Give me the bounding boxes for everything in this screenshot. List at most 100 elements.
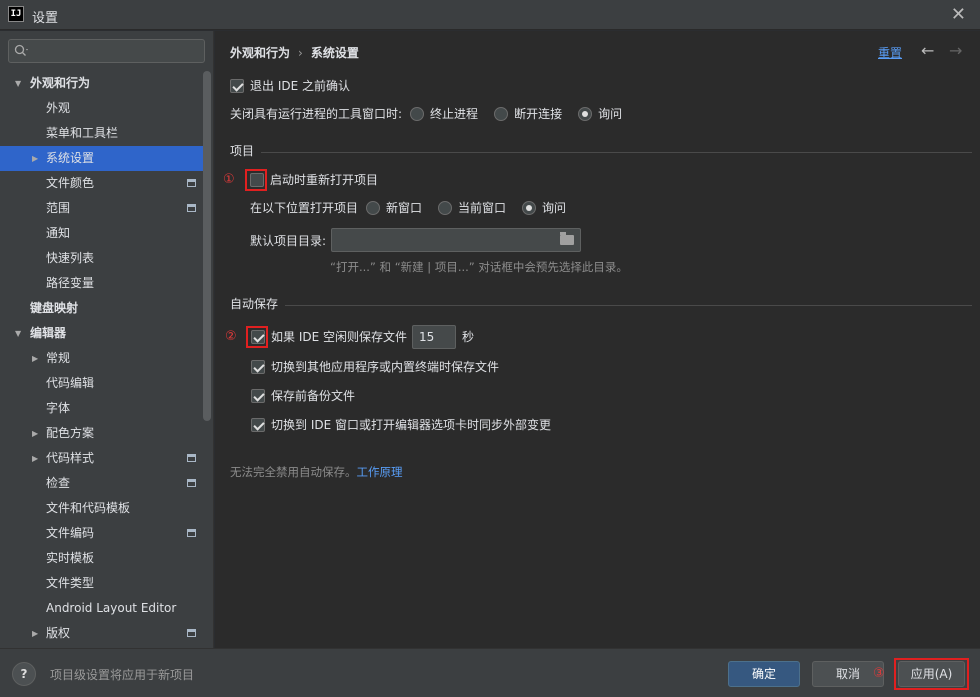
sidebar-item-label: 常规 (46, 351, 71, 365)
close-icon[interactable]: ✕ (951, 4, 966, 25)
radio-new-window[interactable] (366, 201, 381, 215)
window-title: 设置 (32, 11, 59, 26)
radio-terminate-process[interactable] (410, 107, 425, 121)
sidebar-item-label: 实时模板 (46, 551, 95, 565)
sidebar-item-label: 快速列表 (46, 251, 95, 265)
sidebar-item[interactable]: 键盘映射 (0, 296, 203, 321)
settings-search-box[interactable] (8, 39, 205, 63)
sidebar-item[interactable]: 字体 (0, 396, 203, 421)
project-section-title: 项目 (230, 144, 255, 158)
chevron-right-icon[interactable]: ▶ (32, 621, 38, 646)
radio-terminate-process-label[interactable]: 终止进程 (430, 107, 478, 121)
apply-button[interactable]: 应用(A) (898, 661, 965, 687)
reset-link[interactable]: 重置 (878, 44, 902, 61)
confirm-exit-label[interactable]: 退出 IDE 之前确认 (250, 79, 350, 93)
radio-ask-close-label[interactable]: 询问 (598, 107, 622, 121)
sidebar-item[interactable]: ▶ 系统设置 (0, 146, 203, 171)
how-it-works-link[interactable]: 工作原理 (357, 465, 403, 479)
sidebar-item[interactable]: ▶ 常规 (0, 346, 203, 371)
default-project-dir-input[interactable] (331, 228, 581, 252)
sidebar-item-label: 文件编码 (46, 526, 95, 540)
help-button[interactable]: ? (12, 662, 36, 686)
sync-external-row: 切换到 IDE 窗口或打开编辑器选项卡时同步外部变更 (251, 415, 551, 435)
sidebar-item[interactable]: Android Layout Editor (0, 596, 203, 621)
sidebar-item[interactable]: 文件编码 (0, 521, 203, 546)
sidebar-item-label: 外观 (46, 101, 71, 115)
radio-current-window[interactable] (438, 201, 453, 215)
settings-content: 外观和行为 › 系统设置 重置 ← → 退出 IDE 之前确认 关闭具有运行进程的工… (215, 31, 980, 648)
sidebar-item[interactable]: 通知 (0, 221, 203, 246)
backup-files-label[interactable]: 保存前备份文件 (271, 389, 355, 403)
sidebar-item[interactable]: 菜单和工具栏 (0, 121, 203, 146)
backup-files-row: 保存前备份文件 (251, 386, 355, 406)
sidebar-item-label: Android Layout Editor (46, 601, 177, 615)
radio-current-window-label[interactable]: 当前窗口 (458, 201, 506, 215)
sidebar-item[interactable]: ▼ 外观和行为 (0, 71, 203, 96)
autosave-note: 无法完全禁用自动保存。工作原理 (230, 462, 403, 482)
confirm-exit-row: 退出 IDE 之前确认 (230, 76, 350, 96)
settings-tree: ▼ 外观和行为外观菜单和工具栏 ▶ 系统设置 文件颜色 范围 通知快速列表路径变量键盘映射 ▼… (0, 71, 203, 646)
breadcrumb-parent: 外观和行为 (230, 46, 291, 60)
sidebar-item[interactable]: 范围 (0, 196, 203, 221)
sync-external-checkbox[interactable] (251, 418, 265, 432)
sidebar-item-label: 菜单和工具栏 (46, 126, 119, 140)
radio-disconnect-label[interactable]: 断开连接 (514, 107, 562, 121)
default-project-dir-hint: “打开...” 和 “新建 | 项目...” 对话框中会预先选择此目录。 (330, 260, 628, 274)
radio-ask-open[interactable] (522, 201, 537, 215)
sidebar-item[interactable]: ▶ 配色方案 (0, 421, 203, 446)
idle-seconds-input[interactable] (412, 325, 456, 349)
save-on-switch-label[interactable]: 切换到其他应用程序或内置终端时保存文件 (271, 360, 499, 374)
reopen-projects-label[interactable]: 启动时重新打开项目 (270, 173, 378, 187)
sidebar-item-label: 代码编辑 (46, 376, 95, 390)
sidebar-item-label: 键盘映射 (30, 301, 79, 315)
breadcrumb: 外观和行为 › 系统设置 (230, 44, 359, 61)
ok-button[interactable]: 确定 (728, 661, 800, 687)
sidebar-item[interactable]: 文件和代码模板 (0, 496, 203, 521)
sidebar-item[interactable]: 检查 (0, 471, 203, 496)
sidebar-item-label: 版权 (46, 626, 71, 640)
sidebar-item[interactable]: 路径变量 (0, 271, 203, 296)
forward-arrow-icon: → (949, 41, 963, 60)
sidebar-item[interactable]: ▼ 编辑器 (0, 321, 203, 346)
open-project-in-row: 在以下位置打开项目 新窗口 当前窗口 询问 (250, 198, 566, 218)
breadcrumb-separator: › (298, 46, 303, 60)
chevron-right-icon[interactable]: ▶ (32, 346, 38, 371)
radio-disconnect[interactable] (494, 107, 509, 121)
project-level-icon (187, 454, 196, 462)
radio-new-window-label[interactable]: 新窗口 (386, 201, 422, 215)
autosave-section-divider (285, 305, 972, 306)
sidebar-item[interactable]: ▶ 版权 (0, 621, 203, 646)
confirm-exit-checkbox[interactable] (230, 79, 244, 93)
sidebar-item[interactable]: 文件颜色 (0, 171, 203, 196)
sync-external-label[interactable]: 切换到 IDE 窗口或打开编辑器选项卡时同步外部变更 (271, 418, 551, 432)
sidebar-item[interactable]: 代码编辑 (0, 371, 203, 396)
folder-icon[interactable] (560, 232, 574, 245)
project-section-divider (261, 152, 972, 153)
save-on-idle-checkbox[interactable] (251, 330, 265, 344)
sidebar-scrollbar[interactable] (203, 71, 211, 421)
chevron-down-icon[interactable]: ▼ (15, 71, 21, 96)
sidebar-item[interactable]: 快速列表 (0, 246, 203, 271)
sidebar-item[interactable]: ▶ 代码样式 (0, 446, 203, 471)
radio-ask-close[interactable] (578, 107, 593, 121)
radio-ask-open-label[interactable]: 询问 (542, 201, 566, 215)
chevron-right-icon[interactable]: ▶ (32, 446, 38, 471)
reopen-projects-checkbox[interactable] (250, 173, 264, 187)
back-arrow-icon[interactable]: ← (921, 41, 934, 60)
open-project-in-label: 在以下位置打开项目 (250, 201, 359, 215)
sidebar-item-label: 配色方案 (46, 426, 95, 440)
sidebar-item[interactable]: 实时模板 (0, 546, 203, 571)
chevron-right-icon[interactable]: ▶ (32, 421, 38, 446)
chevron-right-icon[interactable]: ▶ (32, 146, 38, 171)
save-on-idle-label[interactable]: 如果 IDE 空闲则保存文件 (271, 330, 407, 344)
sidebar-item[interactable]: 文件类型 (0, 571, 203, 596)
sidebar-item[interactable]: 外观 (0, 96, 203, 121)
save-on-switch-checkbox[interactable] (251, 360, 265, 374)
project-level-icon (187, 629, 196, 637)
chevron-down-icon[interactable]: ▼ (15, 321, 21, 346)
title-bar: IJ 设置 ✕ (0, 0, 980, 30)
settings-search-input[interactable] (33, 42, 198, 60)
sidebar-item-label: 文件类型 (46, 576, 95, 590)
project-level-icon (187, 479, 196, 487)
backup-files-checkbox[interactable] (251, 389, 265, 403)
